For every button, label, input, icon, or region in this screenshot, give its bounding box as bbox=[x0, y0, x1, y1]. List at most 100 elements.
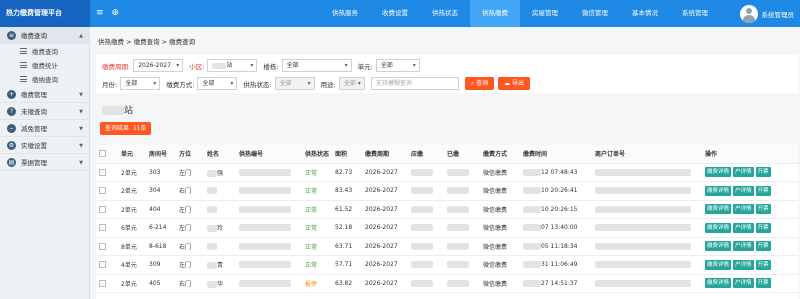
cell-name bbox=[204, 237, 236, 256]
search-input[interactable]: 支持模糊查询 bbox=[370, 77, 459, 90]
district-value: 站 bbox=[226, 62, 233, 69]
cell-room: 404 bbox=[146, 200, 176, 219]
export-button[interactable]: ☁ 导出 bbox=[498, 77, 531, 90]
row-checkbox-cell[interactable] bbox=[96, 181, 118, 201]
period-select[interactable]: 2026-2027 bbox=[133, 59, 184, 72]
row-checkbox-cell[interactable] bbox=[96, 237, 118, 256]
household-detail-button[interactable]: 户详情 bbox=[733, 278, 754, 289]
payment-detail-button[interactable]: 缴费详情 bbox=[705, 167, 732, 178]
menu-icon[interactable]: ≡ bbox=[96, 9, 104, 18]
nav-item-heat-payment[interactable]: 供热缴费 bbox=[470, 0, 520, 27]
usage-select[interactable]: 全部 bbox=[338, 77, 365, 90]
cell-due bbox=[408, 237, 444, 256]
household-detail-button[interactable]: 户详情 bbox=[733, 241, 754, 252]
row-checkbox-cell[interactable] bbox=[96, 274, 118, 293]
nav-item-system-management[interactable]: 系统管理 bbox=[670, 0, 720, 27]
payment-detail-button[interactable]: 缴费详情 bbox=[705, 278, 732, 289]
checkbox[interactable] bbox=[99, 205, 106, 213]
nav-item-wechat-management[interactable]: 微信管理 bbox=[570, 0, 620, 27]
household-detail-button[interactable]: 户详情 bbox=[733, 167, 754, 178]
cell-period: 2026-2027 bbox=[362, 181, 408, 201]
sidebar-item-invoice-management[interactable]: ▤ 票据管理 ▼ bbox=[0, 154, 89, 171]
redacted-text bbox=[411, 261, 433, 269]
invoice-button[interactable]: 开票 bbox=[755, 167, 771, 178]
sidebar-item-unpaid-query[interactable]: ? 未缴查询 ▼ bbox=[0, 103, 89, 120]
cell-time: 12 07:48:43 bbox=[520, 163, 592, 182]
sidebar-subitem-paid-query[interactable]: 缴纳查询 bbox=[0, 72, 89, 86]
cell-time-text: 10 20:26:41 bbox=[541, 187, 578, 195]
cell-heat-id bbox=[236, 237, 302, 256]
checkbox[interactable] bbox=[99, 150, 106, 158]
unit-select[interactable]: 全部 bbox=[375, 59, 420, 72]
building-select[interactable]: 全部 bbox=[281, 59, 352, 72]
row-checkbox-cell[interactable] bbox=[96, 218, 118, 238]
user-menu[interactable]: 系统管理员 bbox=[739, 0, 795, 27]
cloud-icon: ☁ bbox=[504, 80, 513, 87]
invoice-button[interactable]: 开票 bbox=[755, 185, 771, 196]
payment-detail-button[interactable]: 缴费详情 bbox=[705, 259, 732, 270]
nav-item-fee-settings[interactable]: 收费设置 bbox=[370, 0, 420, 27]
checkbox[interactable] bbox=[99, 187, 106, 195]
household-detail-button[interactable]: 户详情 bbox=[733, 185, 754, 196]
cell-area: 52.18 bbox=[332, 218, 362, 238]
redacted-text bbox=[595, 224, 691, 232]
method-label: 缴费方式: bbox=[166, 80, 195, 89]
redacted-text bbox=[523, 168, 541, 176]
result-count: 11条 bbox=[132, 125, 147, 132]
checkbox[interactable] bbox=[99, 261, 106, 269]
cell-unit: 2单元 bbox=[118, 200, 146, 219]
user-name: 系统管理员 bbox=[761, 10, 795, 19]
district-select[interactable]: 站 bbox=[207, 59, 258, 72]
month-select[interactable]: 全部 bbox=[120, 77, 161, 90]
checkbox[interactable] bbox=[99, 242, 106, 250]
household-detail-button[interactable]: 户详情 bbox=[733, 204, 754, 215]
row-checkbox-cell[interactable] bbox=[96, 255, 118, 275]
nav-item-heat-service[interactable]: 供热服务 bbox=[320, 0, 370, 27]
redacted-text bbox=[207, 187, 217, 195]
payment-detail-button[interactable]: 缴费详情 bbox=[705, 241, 732, 252]
row-checkbox-cell[interactable] bbox=[96, 200, 118, 219]
payment-detail-button[interactable]: 缴费详情 bbox=[705, 222, 732, 233]
nav-item-heat-status[interactable]: 供热状态 bbox=[420, 0, 470, 27]
cell-period: 2026-2027 bbox=[362, 274, 408, 293]
table-row: 6单元 6-214 左门 玲 正常 52.18 2026-2027 微信缴费 07 13:40:… bbox=[96, 218, 798, 238]
method-select[interactable]: 全部 bbox=[197, 77, 238, 90]
sidebar-item-payment-management[interactable]: + 缴费管理 ▼ bbox=[0, 86, 89, 103]
query-button[interactable]: ⌕ 查询 bbox=[464, 77, 495, 90]
household-detail-button[interactable]: 户详情 bbox=[733, 222, 754, 233]
invoice-button[interactable]: 开票 bbox=[755, 259, 771, 270]
cell-heat-status: 正常 bbox=[302, 200, 332, 219]
payment-detail-button[interactable]: 缴费详情 bbox=[705, 204, 732, 215]
redacted-text bbox=[523, 224, 541, 232]
heat-status-select[interactable]: 全部 bbox=[274, 77, 315, 90]
checkbox[interactable] bbox=[99, 168, 106, 176]
nav-item-house-management[interactable]: 房屋管理 bbox=[520, 0, 570, 27]
cell-room: 6-214 bbox=[146, 218, 176, 238]
cell-period: 2026-2027 bbox=[362, 163, 408, 182]
district-label: 小区: bbox=[189, 62, 205, 71]
cell-period: 2026-2027 bbox=[362, 218, 408, 238]
sidebar-item-discount-management[interactable]: − 减免管理 ▼ bbox=[0, 120, 89, 137]
household-detail-button[interactable]: 户详情 bbox=[733, 259, 754, 270]
select-all-checkbox-cell[interactable] bbox=[96, 145, 118, 164]
row-checkbox-cell[interactable] bbox=[96, 163, 118, 182]
cell-room: 303 bbox=[146, 163, 176, 182]
invoice-button[interactable]: 开票 bbox=[755, 241, 771, 252]
sidebar-subitem-payment-stats[interactable]: 缴费统计 bbox=[0, 58, 89, 72]
cell-name-text: 华 bbox=[217, 280, 224, 288]
cell-actions: 缴费详情 户详情 开票 bbox=[702, 163, 798, 182]
checkbox[interactable] bbox=[99, 224, 106, 232]
invoice-button[interactable]: 开票 bbox=[755, 204, 771, 215]
sidebar-item-payment-settings[interactable]: ⚙ 实缴设置 ▼ bbox=[0, 137, 89, 154]
payment-detail-button[interactable]: 缴费详情 bbox=[705, 185, 732, 196]
cell-heat-status: 正常 bbox=[302, 163, 332, 182]
redacted-text bbox=[212, 62, 227, 69]
sidebar-item-payment-query[interactable]: ≡ 缴费查询 ▲ bbox=[0, 27, 89, 44]
sidebar-subitem-payment-query[interactable]: 缴费查询 bbox=[0, 44, 89, 58]
checkbox[interactable] bbox=[99, 279, 106, 287]
cell-paid bbox=[444, 274, 480, 293]
invoice-button[interactable]: 开票 bbox=[755, 222, 771, 233]
invoice-button[interactable]: 开票 bbox=[755, 278, 771, 289]
add-icon[interactable]: ⊕ bbox=[112, 9, 120, 18]
nav-item-basic-info[interactable]: 基本情况 bbox=[620, 0, 670, 27]
